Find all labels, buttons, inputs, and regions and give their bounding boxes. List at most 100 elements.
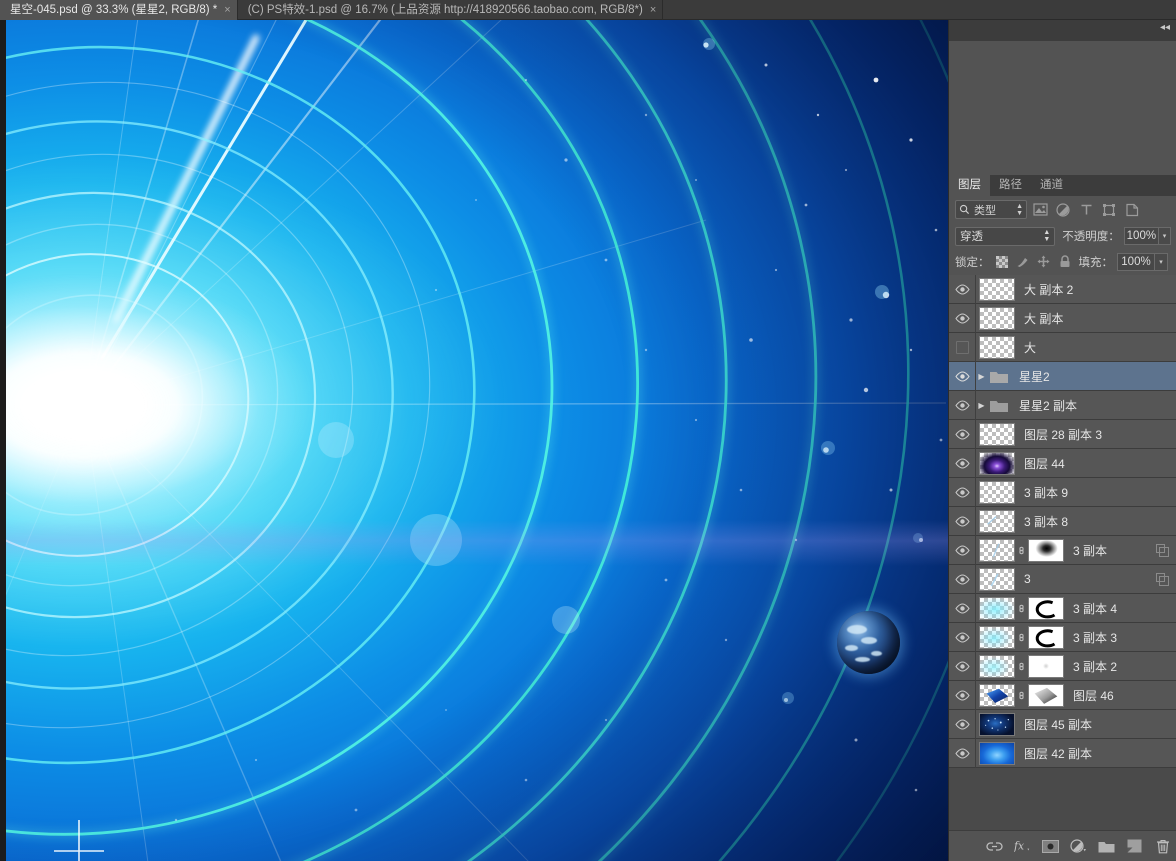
layer-row[interactable]: 3: [949, 565, 1176, 594]
layer-row[interactable]: ▶ 星星2 副本: [949, 391, 1176, 420]
close-icon[interactable]: ×: [224, 4, 230, 16]
tab-paths[interactable]: 路径: [990, 175, 1031, 196]
layer-name[interactable]: 大 副本 2: [1024, 281, 1073, 298]
layer-thumbnail[interactable]: [979, 712, 1015, 736]
layer-row[interactable]: 3 副本 3: [949, 623, 1176, 652]
expand-group-icon[interactable]: ▶: [975, 372, 988, 381]
layer-thumbnail[interactable]: [979, 741, 1015, 765]
lock-image-icon[interactable]: [1016, 255, 1030, 269]
eye-icon[interactable]: [949, 565, 975, 594]
layer-row-selected[interactable]: ▶ 星星2: [949, 362, 1176, 391]
layer-mask-thumbnail[interactable]: [1028, 625, 1064, 649]
eye-icon[interactable]: [949, 594, 975, 623]
canvas-area[interactable]: [0, 20, 948, 861]
layer-name[interactable]: 图层 46: [1073, 687, 1114, 704]
layer-row[interactable]: 大 副本 2: [949, 275, 1176, 304]
expand-group-icon[interactable]: ▶: [975, 401, 988, 410]
fill-value[interactable]: 100%: [1117, 252, 1155, 271]
adjustment-icon[interactable]: [1070, 838, 1087, 855]
fill-dropdown-icon[interactable]: ▾: [1155, 252, 1168, 271]
layer-thumbnail[interactable]: [979, 683, 1015, 707]
eye-icon[interactable]: [949, 739, 975, 768]
layer-name[interactable]: 3 副本 9: [1024, 484, 1068, 501]
folder-icon[interactable]: [1098, 838, 1115, 855]
layer-name[interactable]: 3 副本 8: [1024, 513, 1068, 530]
link-icon[interactable]: [1015, 689, 1028, 702]
smart-object-filter-icon[interactable]: [1122, 200, 1142, 220]
lock-transparent-icon[interactable]: [995, 255, 1009, 269]
tab-channels[interactable]: 通道: [1031, 175, 1072, 196]
tab-layers[interactable]: 图层: [949, 175, 990, 196]
document-tab-1[interactable]: (C) PS特效-1.psd @ 16.7% (上品资源 http://4189…: [238, 0, 664, 20]
layer-mask-thumbnail[interactable]: [1028, 683, 1064, 707]
layer-name[interactable]: 3 副本 4: [1073, 600, 1117, 617]
eye-icon[interactable]: [949, 652, 975, 681]
layer-thumbnail[interactable]: [979, 654, 1015, 678]
link-icon[interactable]: [1015, 544, 1028, 557]
layer-name[interactable]: 3 副本 3: [1073, 629, 1117, 646]
eye-icon[interactable]: [949, 536, 975, 565]
layer-row[interactable]: 图层 45 副本: [949, 710, 1176, 739]
opacity-value[interactable]: 100%: [1123, 227, 1159, 245]
pixel-filter-icon[interactable]: [1030, 200, 1050, 220]
layer-row[interactable]: 3 副本 8: [949, 507, 1176, 536]
document-canvas[interactable]: [6, 20, 948, 861]
eye-icon-off[interactable]: [949, 333, 975, 362]
layer-name[interactable]: 图层 44: [1024, 455, 1065, 472]
layer-name[interactable]: 星星2 副本: [1019, 397, 1077, 414]
fx-icon[interactable]: fx: [1014, 838, 1031, 855]
layer-thumbnail[interactable]: [979, 335, 1015, 359]
layer-row[interactable]: 图层 44: [949, 449, 1176, 478]
layer-row[interactable]: 图层 46: [949, 681, 1176, 710]
lock-position-icon[interactable]: [1037, 255, 1051, 269]
layer-thumbnail[interactable]: [979, 596, 1015, 620]
layer-name[interactable]: 星星2: [1019, 368, 1050, 385]
new-layer-icon[interactable]: [1126, 838, 1143, 855]
close-icon[interactable]: ×: [650, 4, 656, 16]
lock-all-icon[interactable]: [1058, 255, 1072, 269]
layer-row[interactable]: 3 副本: [949, 536, 1176, 565]
layer-thumbnail[interactable]: [979, 538, 1015, 562]
mask-icon[interactable]: [1042, 838, 1059, 855]
eye-icon[interactable]: [949, 623, 975, 652]
layer-name[interactable]: 图层 28 副本 3: [1024, 426, 1102, 443]
layer-mask-thumbnail[interactable]: [1028, 538, 1064, 562]
layer-name[interactable]: 图层 45 副本: [1024, 716, 1092, 733]
layer-thumbnail[interactable]: [979, 277, 1015, 301]
layer-row[interactable]: 图层 42 副本: [949, 739, 1176, 768]
blend-mode-select[interactable]: 穿透 ▲ ▼: [955, 226, 1056, 246]
shape-filter-icon[interactable]: [1099, 200, 1119, 220]
eye-icon[interactable]: [949, 710, 975, 739]
layer-name[interactable]: 大 副本: [1024, 310, 1063, 327]
document-tab-0[interactable]: 星空-045.psd @ 33.3% (星星2, RGB/8) * ×: [0, 0, 238, 20]
layer-mask-thumbnail[interactable]: [1028, 654, 1064, 678]
layer-row[interactable]: 图层 28 副本 3: [949, 420, 1176, 449]
layer-row[interactable]: 大 副本: [949, 304, 1176, 333]
link-icon[interactable]: [1015, 660, 1028, 673]
trash-icon[interactable]: [1154, 838, 1171, 855]
layer-name[interactable]: 图层 42 副本: [1024, 745, 1092, 762]
link-icon[interactable]: [1015, 631, 1028, 644]
layer-name[interactable]: 3 副本 2: [1073, 658, 1117, 675]
eye-icon[interactable]: [949, 478, 975, 507]
layer-mask-thumbnail[interactable]: [1028, 596, 1064, 620]
collapse-panel-icon[interactable]: ◂◂: [1157, 22, 1173, 34]
eye-icon[interactable]: [949, 391, 975, 420]
layer-name[interactable]: 3: [1024, 572, 1031, 586]
layer-row[interactable]: 3 副本 4: [949, 594, 1176, 623]
eye-icon[interactable]: [949, 304, 975, 333]
filter-spinner-icon[interactable]: ▲ ▼: [1016, 203, 1023, 217]
eye-icon[interactable]: [949, 681, 975, 710]
link-icon[interactable]: [1015, 602, 1028, 615]
layer-thumbnail[interactable]: [979, 451, 1015, 475]
layer-thumbnail[interactable]: [979, 567, 1015, 591]
eye-icon[interactable]: [949, 362, 975, 391]
layer-name[interactable]: 大: [1024, 339, 1036, 356]
layer-thumbnail[interactable]: [979, 625, 1015, 649]
layer-row[interactable]: 3 副本 2: [949, 652, 1176, 681]
eye-icon[interactable]: [949, 420, 975, 449]
eye-icon[interactable]: [949, 449, 975, 478]
type-filter-icon[interactable]: [1076, 200, 1096, 220]
layer-list[interactable]: 大 副本 2 大 副本 大 ▶ 星星2 ▶ 星星2 副本 图层 28 副本 3 …: [949, 275, 1176, 850]
layer-row[interactable]: 大: [949, 333, 1176, 362]
